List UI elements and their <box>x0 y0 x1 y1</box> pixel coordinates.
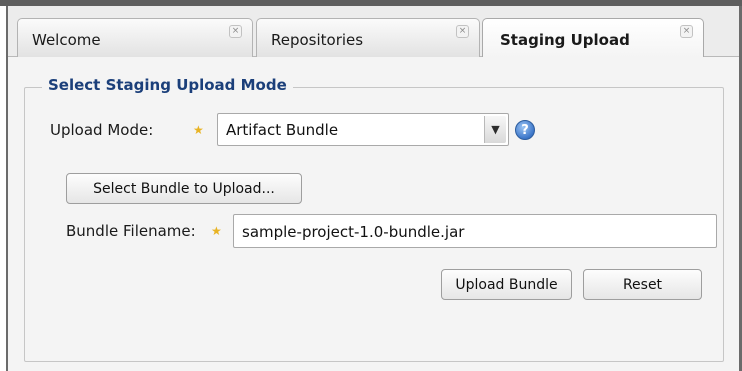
bundle-filename-value: sample-project-1.0-bundle.jar <box>242 223 465 241</box>
tab-repositories[interactable]: Repositories × <box>256 18 480 57</box>
select-bundle-button[interactable]: Select Bundle to Upload... <box>66 173 302 204</box>
help-icon[interactable]: ? <box>515 120 535 140</box>
reset-button[interactable]: Reset <box>583 269 702 300</box>
bundle-filename-field[interactable]: sample-project-1.0-bundle.jar <box>233 214 717 248</box>
upload-mode-label: Upload Mode: <box>50 121 154 139</box>
star-icon: ★ <box>193 123 204 137</box>
tab-strip: Welcome × Repositories × Staging Upload … <box>8 6 739 58</box>
tab-welcome-label: Welcome <box>32 31 101 49</box>
tab-repositories-label: Repositories <box>271 31 364 49</box>
fieldset-legend: Select Staging Upload Mode <box>42 76 293 94</box>
star-icon: ★ <box>211 224 222 238</box>
close-icon[interactable]: × <box>456 25 469 38</box>
close-icon[interactable]: × <box>229 25 242 38</box>
close-icon[interactable]: × <box>680 25 693 38</box>
bundle-filename-label: Bundle Filename: <box>66 222 196 240</box>
tab-staging-upload-label: Staging Upload <box>500 31 630 49</box>
upload-mode-select[interactable]: Artifact Bundle ▼ <box>217 113 509 146</box>
tab-welcome[interactable]: Welcome × <box>17 18 253 57</box>
tab-staging-upload[interactable]: Staging Upload × <box>482 18 704 58</box>
chevron-down-icon[interactable]: ▼ <box>484 116 506 143</box>
upload-mode-selected-value: Artifact Bundle <box>226 121 339 139</box>
upload-bundle-button[interactable]: Upload Bundle <box>441 269 572 300</box>
